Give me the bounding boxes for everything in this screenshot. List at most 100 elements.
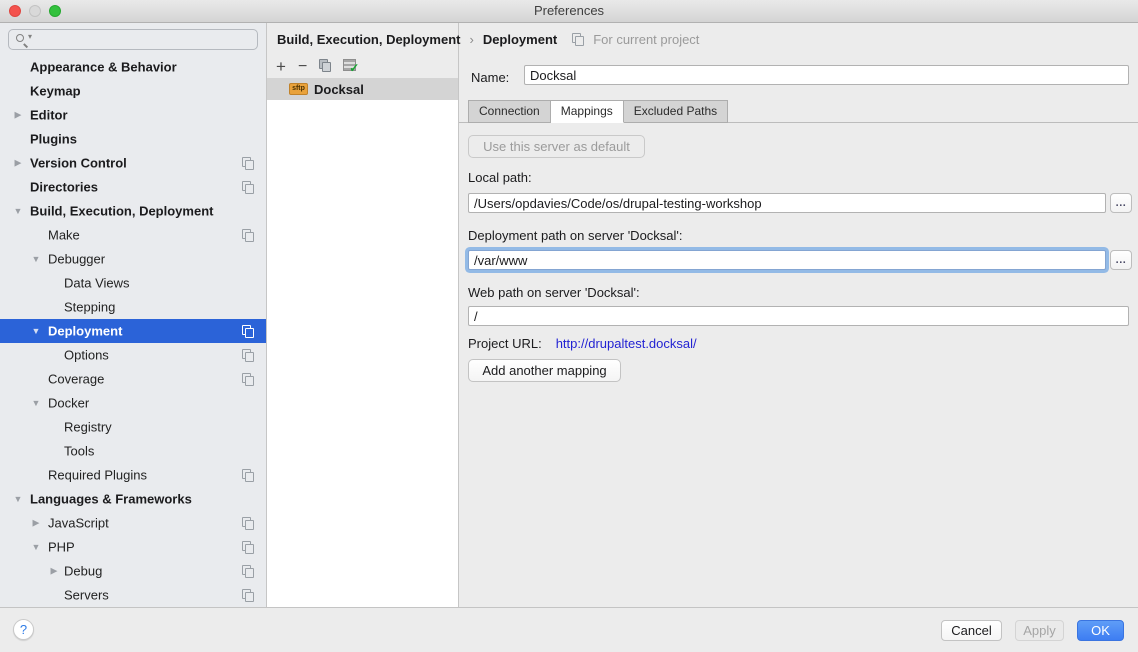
sidebar-item-editor[interactable]: ▶Editor xyxy=(0,103,266,127)
breadcrumb-section[interactable]: Build, Execution, Deployment xyxy=(277,32,460,47)
use-server-as-default-button[interactable] xyxy=(343,58,356,76)
sidebar-item-keymap[interactable]: Keymap xyxy=(0,79,266,103)
settings-search-input[interactable]: ▾ xyxy=(8,29,258,50)
tree-expanded-arrow-icon[interactable]: ▼ xyxy=(30,398,42,408)
sidebar-item-label: Deployment xyxy=(48,324,122,339)
server-list-toolbar: + − xyxy=(267,55,458,78)
dialog-footer: ? Cancel Apply OK xyxy=(0,607,1138,652)
zoom-button[interactable] xyxy=(49,5,61,17)
breadcrumb: Build, Execution, Deployment › Deploymen… xyxy=(277,23,699,55)
sidebar-item-servers[interactable]: Servers xyxy=(0,583,266,607)
sidebar-item-label: Debugger xyxy=(48,252,105,267)
tree-collapsed-arrow-icon[interactable]: ▶ xyxy=(48,566,60,577)
tree-expanded-arrow-icon[interactable]: ▼ xyxy=(30,542,42,552)
sidebar-item-label: Servers xyxy=(64,588,109,603)
add-another-mapping-button[interactable]: Add another mapping xyxy=(468,359,621,382)
sidebar-item-label: Options xyxy=(64,348,109,363)
search-icon xyxy=(16,34,24,42)
tab-mappings[interactable]: Mappings xyxy=(551,100,624,123)
sidebar-item-make[interactable]: Make xyxy=(0,223,266,247)
sidebar-item-label: Appearance & Behavior xyxy=(30,60,177,75)
copy-icon xyxy=(319,59,331,71)
deployment-path-input[interactable] xyxy=(468,250,1106,270)
sidebar-item-tools[interactable]: Tools xyxy=(0,439,266,463)
default-check-icon xyxy=(343,59,356,71)
sidebar-item-label: Coverage xyxy=(48,372,104,387)
local-path-input[interactable] xyxy=(468,193,1106,213)
sidebar-item-debug[interactable]: ▶ Debug xyxy=(0,559,266,583)
tree-expanded-arrow-icon[interactable]: ▼ xyxy=(12,206,24,216)
sidebar-item-debugger[interactable]: ▼ Debugger xyxy=(0,247,266,271)
for-current-project-icon xyxy=(242,541,254,553)
for-current-project-icon xyxy=(572,33,584,45)
sidebar-item-build-execution-deployment[interactable]: ▼ Build, Execution, Deployment xyxy=(0,199,266,223)
settings-sidebar: ▾ Appearance & Behavior Keymap ▶Editor Plug… xyxy=(0,23,267,607)
ok-button[interactable]: OK xyxy=(1077,620,1124,641)
project-url-link[interactable]: http://drupaltest.docksal/ xyxy=(556,336,697,351)
server-tabs: ConnectionMappingsExcluded Paths xyxy=(468,100,728,123)
sidebar-item-label: Build, Execution, Deployment xyxy=(30,204,213,219)
sidebar-item-directories[interactable]: Directories xyxy=(0,175,266,199)
help-button[interactable]: ? xyxy=(13,619,34,640)
server-list-panel: + − sftp Docksal xyxy=(267,23,458,607)
sidebar-item-required-plugins[interactable]: Required Plugins xyxy=(0,463,266,487)
sidebar-item-version-control[interactable]: ▶ Version Control xyxy=(0,151,266,175)
sidebar-item-label: Data Views xyxy=(64,276,130,291)
sidebar-item-registry[interactable]: Registry xyxy=(0,415,266,439)
for-current-project-icon xyxy=(242,157,254,169)
breadcrumb-separator-icon: › xyxy=(469,32,473,47)
local-path-browse-button[interactable]: ... xyxy=(1110,193,1132,213)
tree-expanded-arrow-icon[interactable]: ▼ xyxy=(12,494,24,504)
server-list-item-docksal[interactable]: sftp Docksal xyxy=(267,78,458,100)
web-path-input[interactable] xyxy=(468,306,1129,326)
scope-label: For current project xyxy=(593,32,699,47)
sidebar-item-label: JavaScript xyxy=(48,516,109,531)
tab-excluded-paths[interactable]: Excluded Paths xyxy=(624,100,728,123)
server-list: sftp Docksal xyxy=(267,78,458,607)
tree-expanded-arrow-icon[interactable]: ▼ xyxy=(30,254,42,264)
sidebar-item-php[interactable]: ▼PHP xyxy=(0,535,266,559)
sidebar-item-data-views[interactable]: Data Views xyxy=(0,271,266,295)
breadcrumb-page: Deployment xyxy=(483,32,557,47)
sidebar-item-coverage[interactable]: Coverage xyxy=(0,367,266,391)
cancel-button[interactable]: Cancel xyxy=(941,620,1002,641)
sidebar-item-label: Plugins xyxy=(30,132,77,147)
name-input[interactable] xyxy=(524,65,1129,85)
use-this-server-as-default-button[interactable]: Use this server as default xyxy=(468,135,645,158)
tree-expanded-arrow-icon[interactable]: ▼ xyxy=(30,326,42,336)
apply-button[interactable]: Apply xyxy=(1015,620,1064,641)
sftp-icon: sftp xyxy=(289,83,308,95)
sidebar-item-label: Registry xyxy=(64,420,112,435)
sidebar-item-languages-frameworks[interactable]: ▼ Languages & Frameworks xyxy=(0,487,266,511)
remove-server-button[interactable]: − xyxy=(298,58,307,75)
search-options-chevron-icon[interactable]: ▾ xyxy=(28,32,32,41)
sidebar-item-docker[interactable]: ▼Docker xyxy=(0,391,266,415)
sidebar-item-label: Keymap xyxy=(30,84,81,99)
tree-collapsed-arrow-icon[interactable]: ▶ xyxy=(30,518,42,529)
sidebar-item-label: Version Control xyxy=(30,156,127,171)
tree-collapsed-arrow-icon[interactable]: ▶ xyxy=(12,110,24,121)
minimize-button xyxy=(29,5,41,17)
sidebar-item-label: Languages & Frameworks xyxy=(30,492,192,507)
sidebar-item-javascript[interactable]: ▶ JavaScript xyxy=(0,511,266,535)
window-controls xyxy=(9,5,61,17)
copy-server-button[interactable] xyxy=(319,58,331,76)
sidebar-item-label: Debug xyxy=(64,564,102,579)
sidebar-item-options[interactable]: Options xyxy=(0,343,266,367)
project-url-row: Project URL:http://drupaltest.docksal/ xyxy=(468,336,697,351)
for-current-project-icon xyxy=(242,517,254,529)
deployment-path-browse-button[interactable]: ... xyxy=(1110,250,1132,270)
tab-connection[interactable]: Connection xyxy=(468,100,551,123)
local-path-label: Local path: xyxy=(468,170,532,185)
for-current-project-icon xyxy=(242,469,254,481)
sidebar-item-deployment[interactable]: ▼ Deployment xyxy=(0,319,266,343)
sidebar-item-appearance-behavior[interactable]: Appearance & Behavior xyxy=(0,55,266,79)
name-label: Name: xyxy=(471,70,509,85)
sidebar-item-label: Make xyxy=(48,228,80,243)
close-button[interactable] xyxy=(9,5,21,17)
tree-collapsed-arrow-icon[interactable]: ▶ xyxy=(12,158,24,169)
sidebar-item-stepping[interactable]: Stepping xyxy=(0,295,266,319)
add-server-button[interactable]: + xyxy=(276,58,286,75)
sidebar-item-plugins[interactable]: Plugins xyxy=(0,127,266,151)
for-current-project-icon xyxy=(242,565,254,577)
